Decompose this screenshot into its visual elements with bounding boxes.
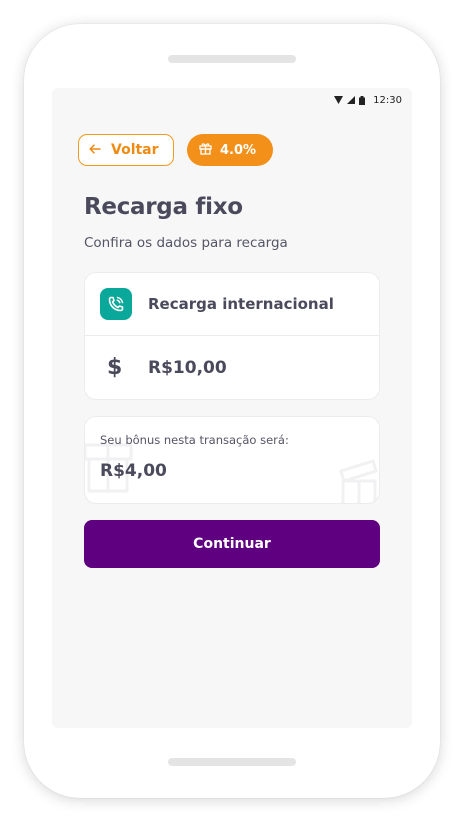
phone-home-bar <box>168 758 296 766</box>
recharge-amount: R$10,00 <box>148 357 227 378</box>
bonus-value: R$4,00 <box>100 461 167 481</box>
arrow-left-icon <box>89 142 101 158</box>
recharge-details-card: Recarga internacional $ R$10,00 <box>84 272 380 400</box>
recharge-type-row: Recarga internacional <box>85 273 379 336</box>
signal-icon <box>347 96 356 104</box>
recharge-type-label: Recarga internacional <box>148 295 334 313</box>
page-subtitle: Confira os dados para recarga <box>84 235 288 251</box>
phone-call-icon <box>100 288 132 320</box>
back-button-label: Voltar <box>111 142 159 158</box>
gift-icon <box>199 142 212 159</box>
status-bar: 12:30 <box>334 92 402 108</box>
recharge-amount-row: $ R$10,00 <box>85 336 379 399</box>
bonus-label: Seu bônus nesta transação será: <box>100 433 289 447</box>
battery-icon <box>359 95 366 105</box>
bonus-percent: 4.0% <box>220 142 257 158</box>
app-screen: 12:30 Voltar 4.0% Recarga fixo Confira o… <box>52 88 412 728</box>
continue-button[interactable]: Continuar <box>84 520 380 568</box>
status-time: 12:30 <box>373 94 402 106</box>
phone-speaker <box>168 55 296 63</box>
wifi-icon <box>334 96 344 104</box>
dollar-icon: $ <box>107 355 123 380</box>
bonus-info-card: Seu bônus nesta transação será: R$4,00 <box>84 416 380 504</box>
gift-watermark-icon <box>333 457 379 503</box>
back-button[interactable]: Voltar <box>78 134 174 166</box>
bonus-badge: 4.0% <box>187 134 273 166</box>
page-title: Recarga fixo <box>84 194 243 220</box>
